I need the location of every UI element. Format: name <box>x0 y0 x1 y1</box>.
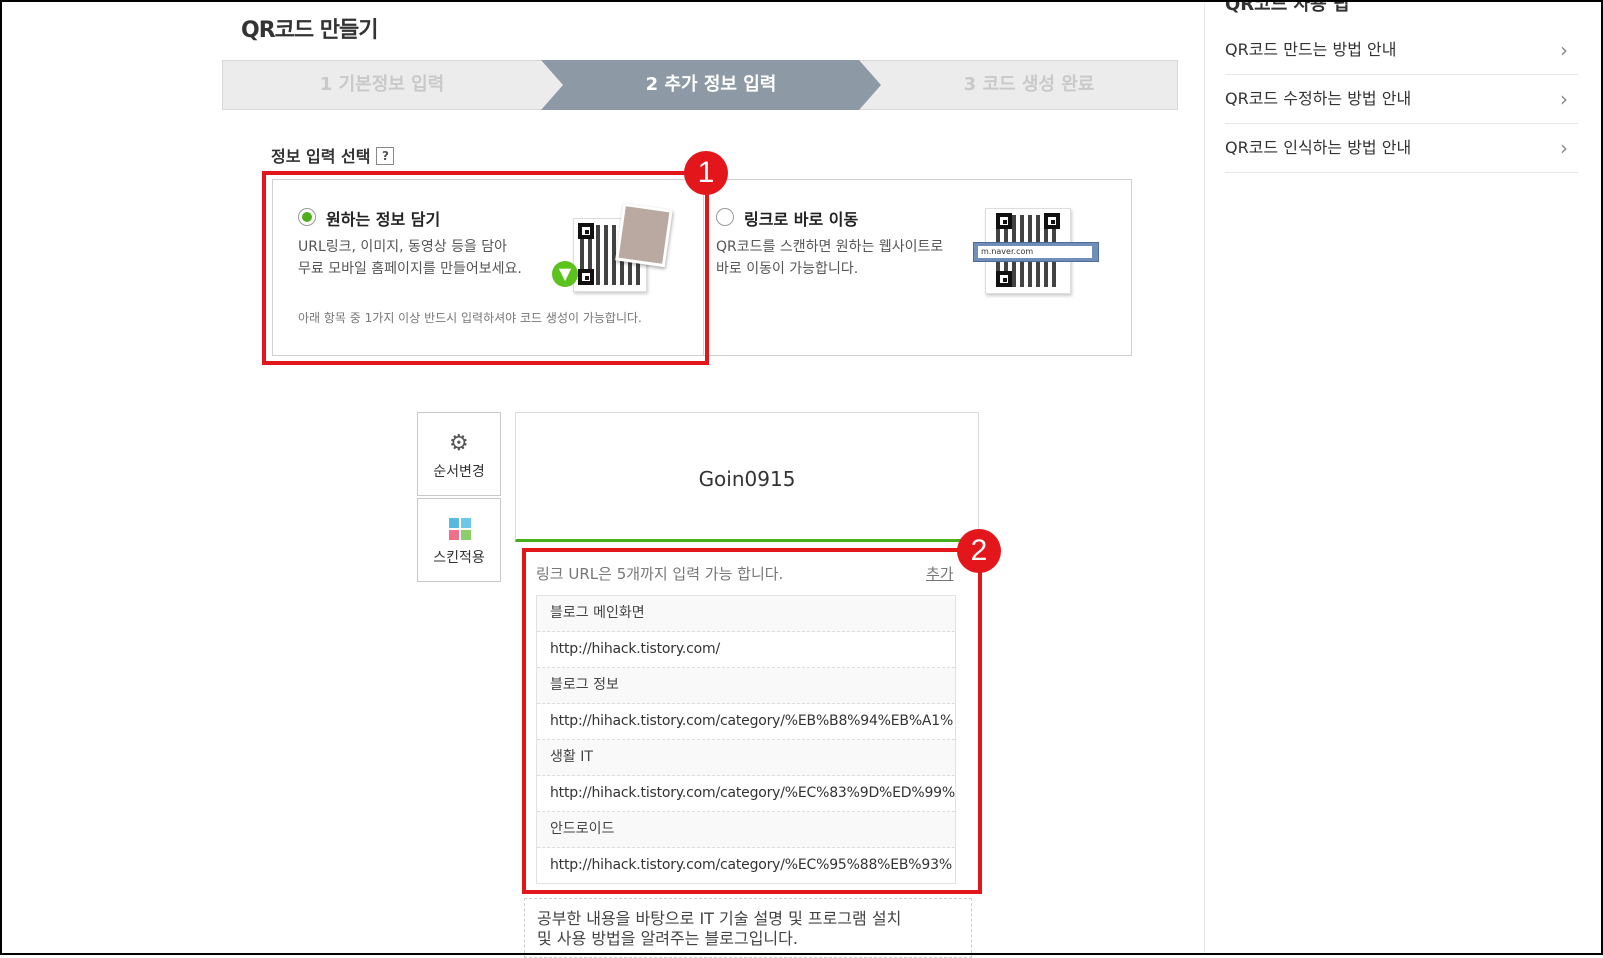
profile-card[interactable]: Goin0915 <box>515 412 979 542</box>
sidebar-item-make-guide[interactable]: QR코드 만드는 방법 안내 › <box>1225 26 1578 75</box>
option-link-desc-1: QR코드를 스캔하면 원하는 웹사이트로 <box>716 239 944 255</box>
selection-label: 정보 입력 선택? <box>271 143 395 167</box>
url-bar-text: m.naver.com <box>978 246 1092 258</box>
apply-skin-button[interactable]: 스킨적용 <box>417 498 501 582</box>
help-button[interactable]: ? <box>376 147 395 165</box>
sidebar-item-label: QR코드 인식하는 방법 안내 <box>1225 138 1412 157</box>
option-direct-link[interactable]: 링크로 바로 이동 QR코드를 스캔하면 원하는 웹사이트로 바로 이동이 가능… <box>703 180 1131 355</box>
sidebar-title: QR코드 사용 팁 <box>1225 0 1350 15</box>
description-line-1: 공부한 내용을 바탕으로 IT 기술 설명 및 프로그램 설치 <box>537 909 902 928</box>
annotation-box-2 <box>522 548 982 894</box>
skin-grid-icon <box>449 518 471 540</box>
step-1: 1 기본정보 입력 <box>319 74 445 95</box>
chevron-right-icon: › <box>1560 136 1568 160</box>
sidebar-item-label: QR코드 수정하는 방법 안내 <box>1225 89 1412 108</box>
gear-icon: ⚙ <box>449 431 469 456</box>
page-title: QR코드 만들기 <box>241 18 379 43</box>
card-name: Goin0915 <box>698 467 796 491</box>
option-link-title: 링크로 바로 이동 <box>744 210 859 229</box>
chevron-right-icon: › <box>1560 87 1568 111</box>
reorder-label: 순서변경 <box>433 464 485 480</box>
reorder-button[interactable]: ⚙ 순서변경 <box>417 412 501 496</box>
step-3: 3 코드 생성 완료 <box>963 74 1095 95</box>
step-2-active: 2 추가 정보 입력 <box>645 74 777 95</box>
annotation-badge-1: 1 <box>684 151 728 195</box>
sidebar-item-scan-guide[interactable]: QR코드 인식하는 방법 안내 › <box>1225 124 1578 173</box>
annotation-badge-2: 2 <box>957 529 1001 573</box>
skin-label: 스킨적용 <box>433 550 485 566</box>
browser-url-bar-icon: m.naver.com <box>973 242 1099 262</box>
step-progress-bar: 1 기본정보 입력 2 추가 정보 입력 3 코드 생성 완료 <box>222 60 1178 110</box>
option-link-desc-2: 바로 이동이 가능합니다. <box>716 261 859 277</box>
tips-sidebar: QR코드 사용 팁 QR코드 만드는 방법 안내 › QR코드 수정하는 방법 … <box>1204 0 1603 955</box>
description-line-2: 및 사용 방법을 알려주는 블로그입니다. <box>537 929 798 948</box>
description-textarea[interactable]: 공부한 내용을 바탕으로 IT 기술 설명 및 프로그램 설치 및 사용 방법을… <box>524 898 972 958</box>
annotation-box-1 <box>262 171 709 365</box>
selection-label-text: 정보 입력 선택 <box>271 147 371 166</box>
sidebar-item-edit-guide[interactable]: QR코드 수정하는 방법 안내 › <box>1225 75 1578 124</box>
radio-direct-link[interactable] <box>716 208 734 226</box>
chevron-right-icon: › <box>1560 38 1568 62</box>
sidebar-item-label: QR코드 만드는 방법 안내 <box>1225 40 1397 59</box>
